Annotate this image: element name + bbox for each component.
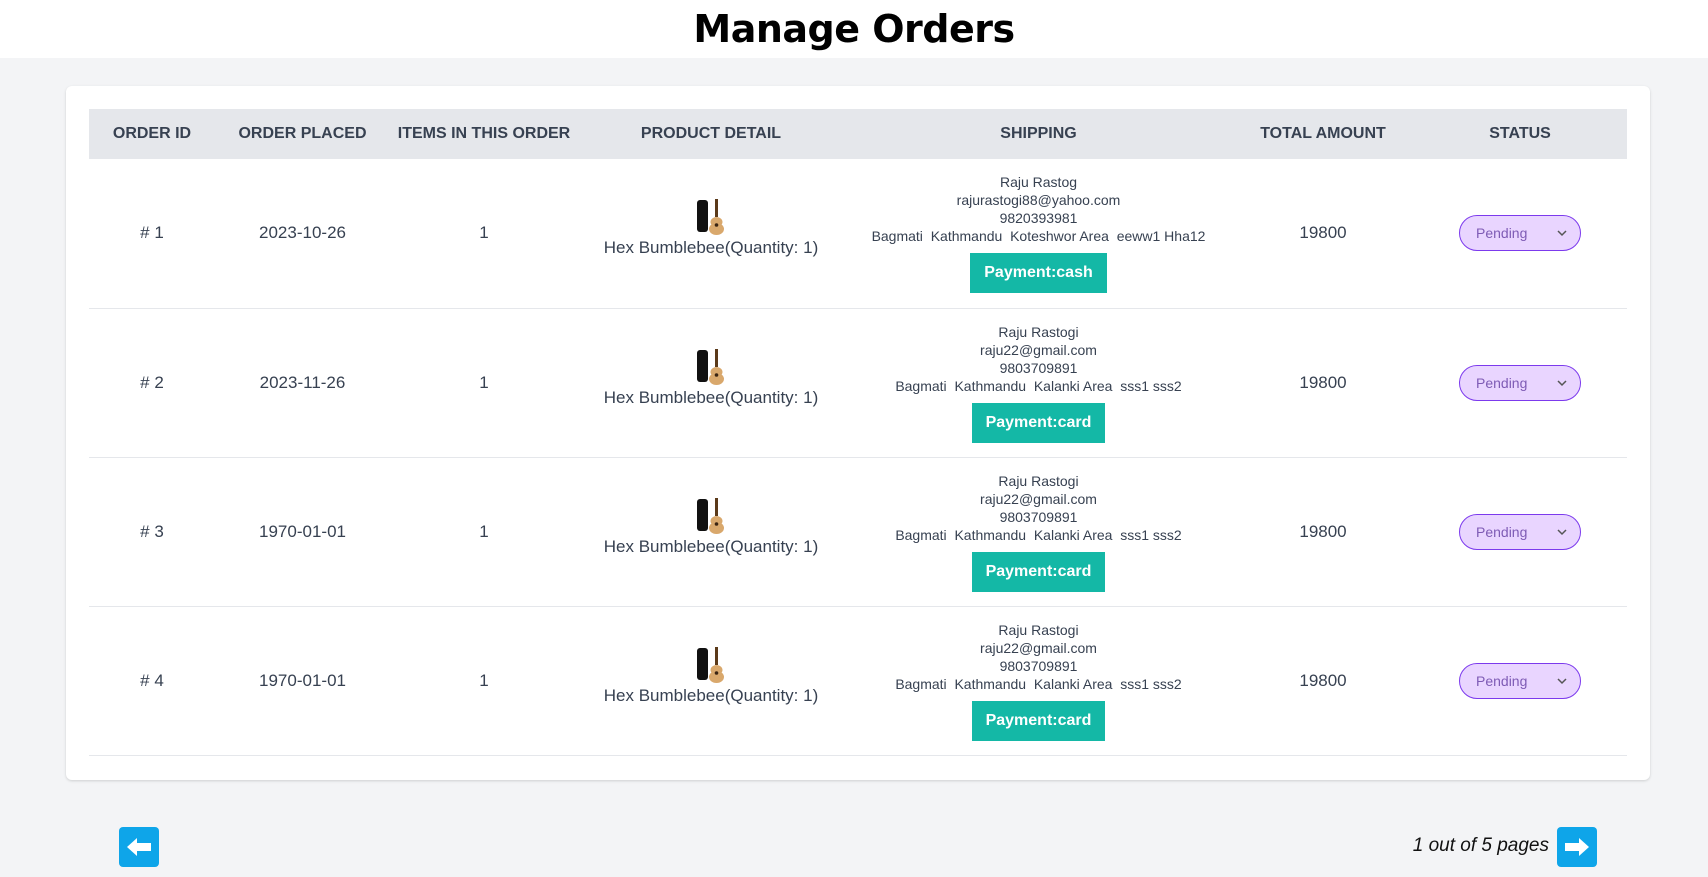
order-id: # 3 [140,521,164,541]
payment-badge: Payment:card [971,551,1106,592]
order-id: # 1 [140,223,164,243]
col-items: ITEMS IN THIS ORDER [397,125,571,142]
chevron-down-icon [1557,528,1567,535]
col-shipping: SHIPPING [1000,125,1077,142]
status-select[interactable]: Pending [1459,662,1581,699]
order-id: # 4 [140,670,164,690]
customer-email: raju22@gmail.com [980,490,1097,507]
customer-name: Raju Rastogi [998,472,1079,489]
customer-address: Bagmati Kathmandu Kalanki Area sss1 sss2 [895,526,1182,543]
pagination-info: 1 out of 5 pages [1412,835,1549,856]
status-value: Pending [1476,225,1528,242]
total-amount: 19800 [1299,223,1347,243]
customer-name: Raju Rastogi [998,621,1079,638]
col-order-placed: ORDER PLACED [238,125,367,142]
table-row: # 2 2023-11-26 1 Hex Bumblebee(Quantity:… [89,308,1627,457]
arrow-right-icon [1565,838,1589,856]
product-name: Hex Bumblebee(Quantity: 1) [603,685,819,705]
col-total-amount: TOTAL AMOUNT [1260,125,1386,142]
chevron-down-icon [1557,677,1567,684]
items-count: 1 [479,372,489,392]
shipping-info: Raju Rastogi raju22@gmail.com 9803709891… [844,472,1233,592]
table-row: # 3 1970-01-01 1 Hex Bumblebee(Quantity:… [89,457,1627,606]
customer-address: Bagmati Kathmandu Koteshwor Area eeww1 H… [871,228,1206,245]
status-select[interactable]: Pending [1459,513,1581,550]
customer-phone: 9803709891 [999,359,1078,376]
status-value: Pending [1476,523,1528,540]
page-title: Manage Orders [693,7,1015,51]
customer-address: Bagmati Kathmandu Kalanki Area sss1 sss2 [895,377,1182,394]
payment-badge: Payment:card [971,402,1106,443]
shipping-info: Raju Rastogi raju22@gmail.com 9803709891… [844,621,1233,741]
col-order-id: ORDER ID [112,125,192,142]
product-name: Hex Bumblebee(Quantity: 1) [603,238,819,258]
orders-table: ORDER ID ORDER PLACED ITEMS IN THIS ORDE… [89,109,1627,756]
order-placed: 2023-10-26 [259,223,346,243]
guitar-product-image [697,497,724,534]
page-header: Manage Orders [0,0,1708,58]
prev-page-button[interactable] [119,827,159,867]
customer-address: Bagmati Kathmandu Kalanki Area sss1 sss2 [895,675,1182,692]
order-placed: 1970-01-01 [259,521,346,541]
total-amount: 19800 [1299,372,1347,392]
shipping-info: Raju Rastogi raju22@gmail.com 9803709891… [844,323,1233,443]
items-count: 1 [479,670,489,690]
total-amount: 19800 [1299,670,1347,690]
arrow-left-icon [127,838,151,856]
guitar-product-image [697,199,724,236]
guitar-product-image [697,348,724,385]
status-select[interactable]: Pending [1459,364,1581,401]
next-page-button[interactable] [1557,827,1597,867]
shipping-info: Raju Rastog rajurastogi88@yahoo.com 9820… [844,173,1233,294]
items-count: 1 [479,223,489,243]
table-row: # 4 1970-01-01 1 Hex Bumblebee(Quantity:… [89,606,1627,755]
customer-name: Raju Rastog [999,174,1078,191]
status-value: Pending [1476,374,1528,391]
table-header-row: ORDER ID ORDER PLACED ITEMS IN THIS ORDE… [89,109,1627,159]
orders-card: ORDER ID ORDER PLACED ITEMS IN THIS ORDE… [66,86,1650,780]
status-value: Pending [1476,672,1528,689]
order-placed: 1970-01-01 [259,670,346,690]
col-status: STATUS [1489,125,1551,142]
total-amount: 19800 [1299,521,1347,541]
order-id: # 2 [140,372,164,392]
customer-email: raju22@gmail.com [980,639,1097,656]
customer-name: Raju Rastogi [998,323,1079,340]
table-row: # 1 2023-10-26 1 Hex Bumblebee(Quantity:… [89,159,1627,308]
order-placed: 2023-11-26 [259,372,346,392]
product-name: Hex Bumblebee(Quantity: 1) [603,387,819,407]
payment-badge: Payment:card [971,700,1106,741]
col-product-detail: PRODUCT DETAIL [640,125,782,142]
product-name: Hex Bumblebee(Quantity: 1) [603,536,819,556]
chevron-down-icon [1557,379,1567,386]
items-count: 1 [479,521,489,541]
customer-email: rajurastogi88@yahoo.com [956,192,1121,209]
customer-phone: 9820393981 [999,210,1078,227]
status-select[interactable]: Pending [1459,215,1581,252]
customer-email: raju22@gmail.com [980,341,1097,358]
chevron-down-icon [1557,230,1567,237]
customer-phone: 9803709891 [999,657,1078,674]
customer-phone: 9803709891 [999,508,1078,525]
payment-badge: Payment:cash [970,253,1107,294]
guitar-product-image [697,646,724,683]
